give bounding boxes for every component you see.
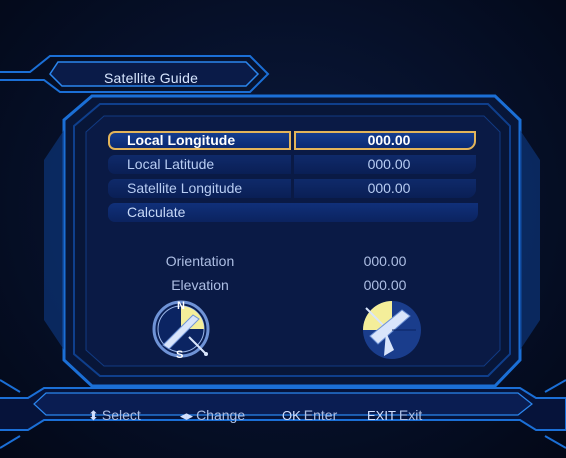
row-local-latitude[interactable]: Local Latitude 000.00 (108, 155, 478, 174)
footer-enter-label: Enter (303, 407, 338, 423)
local-latitude-value[interactable]: 000.00 (294, 155, 476, 174)
satellite-longitude-label: Satellite Longitude (108, 179, 291, 198)
leftright-arrow-icon: ◂▸ (180, 408, 194, 423)
compass-north-label: N (177, 300, 185, 312)
footer-change-hint: ◂▸ Change (180, 406, 245, 424)
calculate-button[interactable]: Calculate (108, 203, 478, 222)
footer-change-label: Change (196, 407, 246, 423)
orientation-value: 000.00 (363, 253, 407, 269)
calculate-label: Calculate (108, 203, 478, 222)
local-longitude-label: Local Longitude (108, 131, 291, 150)
footer-select-label: Select (101, 407, 141, 423)
footer-help-bar: ⬍ Select ◂▸ Change OK Enter EXIT Exit (0, 406, 566, 424)
footer-exit-label: Exit (398, 407, 423, 423)
row-satellite-longitude[interactable]: Satellite Longitude 000.00 (108, 179, 478, 198)
osd-screen: Satellite Guide Local Longitude 000.00 L… (0, 0, 566, 458)
row-local-longitude[interactable]: Local Longitude 000.00 (108, 131, 478, 150)
decorative-frame (0, 55, 566, 449)
satellite-dish-icon (363, 301, 421, 359)
compass-south-label: S (176, 349, 183, 361)
local-latitude-label: Local Latitude (108, 155, 291, 174)
footer-select-hint: ⬍ Select (88, 406, 141, 424)
ok-key-label: OK (282, 408, 301, 423)
page-title: Satellite Guide (104, 70, 199, 86)
elevation-label: Elevation (171, 277, 229, 293)
elevation-value: 000.00 (363, 277, 407, 293)
exit-key-label: EXIT (367, 408, 396, 423)
satellite-longitude-value[interactable]: 000.00 (294, 179, 476, 198)
orientation-label: Orientation (165, 253, 235, 269)
updown-arrow-icon: ⬍ (88, 408, 99, 423)
compass-icon: N S (152, 300, 210, 361)
local-longitude-value[interactable]: 000.00 (294, 131, 476, 150)
footer-exit-hint: EXIT Exit (367, 406, 422, 424)
footer-enter-hint: OK Enter (282, 406, 337, 424)
